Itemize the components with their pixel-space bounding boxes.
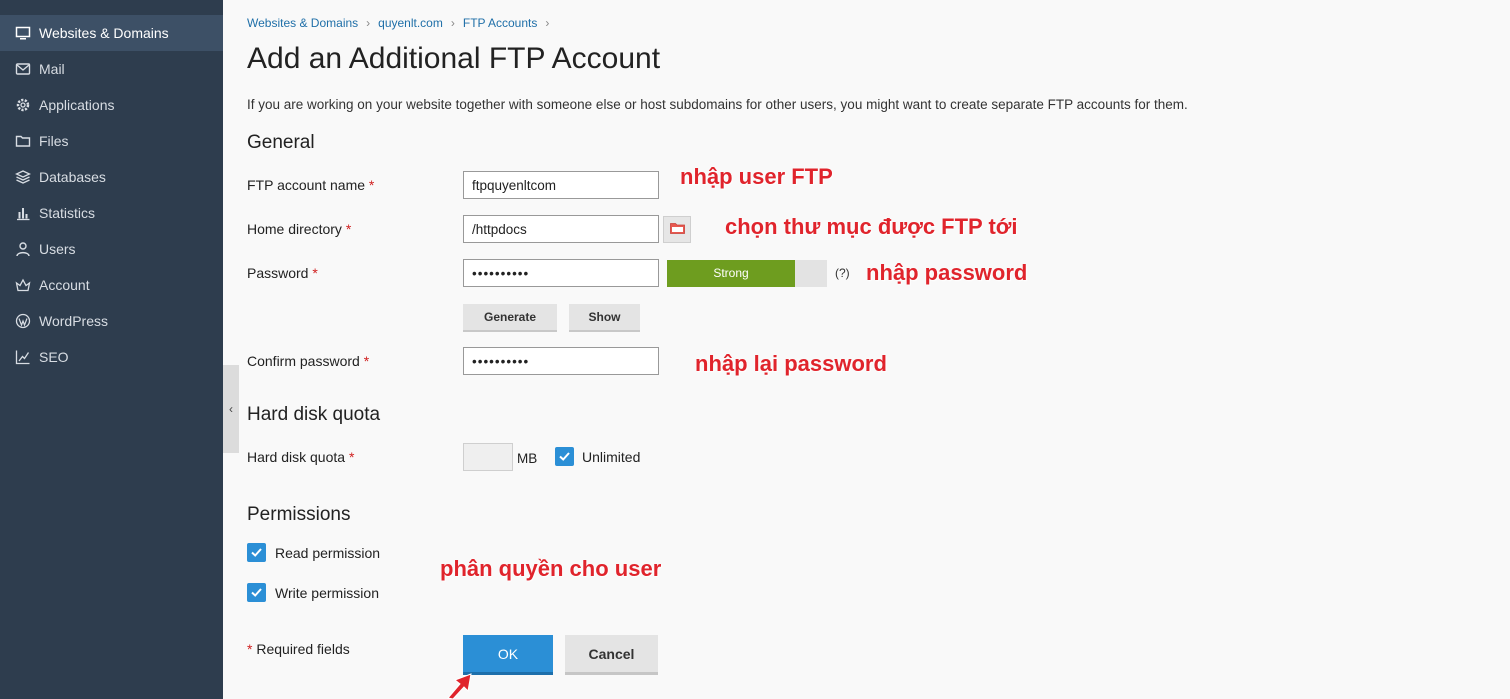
ok-button[interactable]: OK bbox=[463, 635, 553, 675]
checkmark-icon bbox=[251, 548, 262, 557]
arrow-pointer-icon bbox=[447, 673, 472, 699]
breadcrumb: Websites & Domains › quyenlt.com › FTP A… bbox=[247, 16, 549, 30]
sidebar-item-label: Account bbox=[39, 277, 90, 293]
unlimited-label: Unlimited bbox=[582, 449, 641, 465]
chevron-left-icon: ‹ bbox=[229, 402, 233, 416]
label-text: Required fields bbox=[256, 641, 350, 657]
folder-icon bbox=[14, 132, 32, 150]
label-text: Password bbox=[247, 265, 309, 281]
required-mark: * bbox=[368, 177, 375, 193]
required-mark: * bbox=[312, 265, 318, 281]
generate-password-button[interactable]: Generate bbox=[463, 304, 557, 332]
checkmark-icon bbox=[251, 588, 262, 597]
annotation-password: nhập password bbox=[866, 260, 1028, 285]
label-text: FTP account name bbox=[247, 177, 366, 193]
cancel-button[interactable]: Cancel bbox=[565, 635, 658, 675]
sidebar-item-label: SEO bbox=[39, 349, 69, 365]
section-heading-general: General bbox=[247, 132, 315, 153]
bar-chart-icon bbox=[14, 204, 32, 222]
sidebar-item-websites-domains[interactable]: Websites & Domains bbox=[0, 15, 223, 51]
ftp-account-name-input[interactable] bbox=[463, 171, 659, 199]
read-permission-checkbox[interactable] bbox=[247, 543, 266, 562]
sidebar-collapse-handle[interactable]: ‹ bbox=[223, 365, 239, 453]
section-heading-hard-disk-quota: Hard disk quota bbox=[247, 404, 381, 425]
show-password-button[interactable]: Show bbox=[569, 304, 640, 332]
confirm-password-label: Confirm password * bbox=[247, 353, 369, 369]
sidebar-item-label: Applications bbox=[39, 97, 115, 113]
annotation-user-ftp: nhập user FTP bbox=[680, 164, 833, 189]
label-text: Hard disk quota bbox=[247, 449, 346, 465]
required-mark: * bbox=[348, 449, 355, 465]
confirm-password-input[interactable] bbox=[463, 347, 659, 375]
sidebar-item-users[interactable]: Users bbox=[0, 231, 223, 267]
sidebar-item-label: Users bbox=[39, 241, 76, 257]
account-icon bbox=[14, 276, 32, 294]
required-mark: * bbox=[247, 641, 253, 657]
annotation-home-directory: chọn thư mục được FTP tới bbox=[725, 214, 1018, 239]
sidebar-item-files[interactable]: Files bbox=[0, 123, 223, 159]
sidebar-item-databases[interactable]: Databases bbox=[0, 159, 223, 195]
quota-unit: MB bbox=[517, 451, 538, 466]
wordpress-icon bbox=[14, 312, 32, 330]
database-icon bbox=[14, 168, 32, 186]
sidebar-item-account[interactable]: Account bbox=[0, 267, 223, 303]
monitor-icon bbox=[14, 24, 32, 42]
password-label: Password * bbox=[247, 265, 318, 281]
folder-icon bbox=[669, 221, 685, 239]
write-permission-label: Write permission bbox=[275, 585, 379, 601]
required-mark: * bbox=[363, 353, 370, 369]
required-fields-note: * Required fields bbox=[247, 641, 350, 657]
checkmark-icon bbox=[559, 452, 570, 461]
sidebar-item-label: WordPress bbox=[39, 313, 108, 329]
sidebar-item-wordpress[interactable]: WordPress bbox=[0, 303, 223, 339]
password-strength-meter: Strong bbox=[667, 260, 827, 287]
breadcrumb-separator-icon: › bbox=[366, 16, 371, 30]
sidebar: Websites & Domains Mail Applications Fil… bbox=[0, 0, 223, 699]
annotation-confirm-password: nhập lại password bbox=[695, 351, 887, 376]
breadcrumb-link-ftp-accounts[interactable]: FTP Accounts bbox=[463, 16, 537, 30]
gear-icon bbox=[14, 96, 32, 114]
annotation-permissions: phân quyền cho user bbox=[440, 556, 662, 581]
unlimited-checkbox[interactable] bbox=[555, 447, 574, 466]
breadcrumb-link-domain[interactable]: quyenlt.com bbox=[378, 16, 443, 30]
sidebar-item-mail[interactable]: Mail bbox=[0, 51, 223, 87]
password-help-icon[interactable]: (?) bbox=[835, 266, 850, 280]
sidebar-item-seo[interactable]: SEO bbox=[0, 339, 223, 375]
breadcrumb-separator-icon: › bbox=[450, 16, 455, 30]
password-input[interactable] bbox=[463, 259, 659, 287]
sidebar-item-label: Mail bbox=[39, 61, 65, 77]
seo-chart-icon bbox=[14, 348, 32, 366]
breadcrumb-link-websites-domains[interactable]: Websites & Domains bbox=[247, 16, 358, 30]
password-strength-text: Strong bbox=[713, 266, 749, 280]
sidebar-item-label: Files bbox=[39, 133, 69, 149]
label-text: Confirm password bbox=[247, 353, 360, 369]
page-title: Add an Additional FTP Account bbox=[247, 42, 661, 75]
ftp-account-name-label: FTP account name * bbox=[247, 177, 374, 193]
page-intro: If you are working on your website toget… bbox=[247, 97, 1188, 112]
browse-folder-button[interactable] bbox=[663, 216, 691, 243]
section-heading-permissions: Permissions bbox=[247, 504, 351, 525]
mail-icon bbox=[14, 60, 32, 78]
hard-disk-quota-label: Hard disk quota * bbox=[247, 449, 354, 465]
sidebar-item-applications[interactable]: Applications bbox=[0, 87, 223, 123]
sidebar-item-label: Websites & Domains bbox=[39, 25, 169, 41]
sidebar-item-statistics[interactable]: Statistics bbox=[0, 195, 223, 231]
breadcrumb-separator-icon: › bbox=[545, 16, 550, 30]
write-permission-checkbox[interactable] bbox=[247, 583, 266, 602]
user-icon bbox=[14, 240, 32, 258]
hard-disk-quota-input[interactable] bbox=[463, 443, 513, 471]
home-directory-input[interactable] bbox=[463, 215, 659, 243]
sidebar-item-label: Statistics bbox=[39, 205, 96, 221]
home-directory-label: Home directory * bbox=[247, 221, 351, 237]
sidebar-item-label: Databases bbox=[39, 169, 106, 185]
label-text: Home directory bbox=[247, 221, 342, 237]
required-mark: * bbox=[345, 221, 352, 237]
read-permission-label: Read permission bbox=[275, 545, 381, 561]
